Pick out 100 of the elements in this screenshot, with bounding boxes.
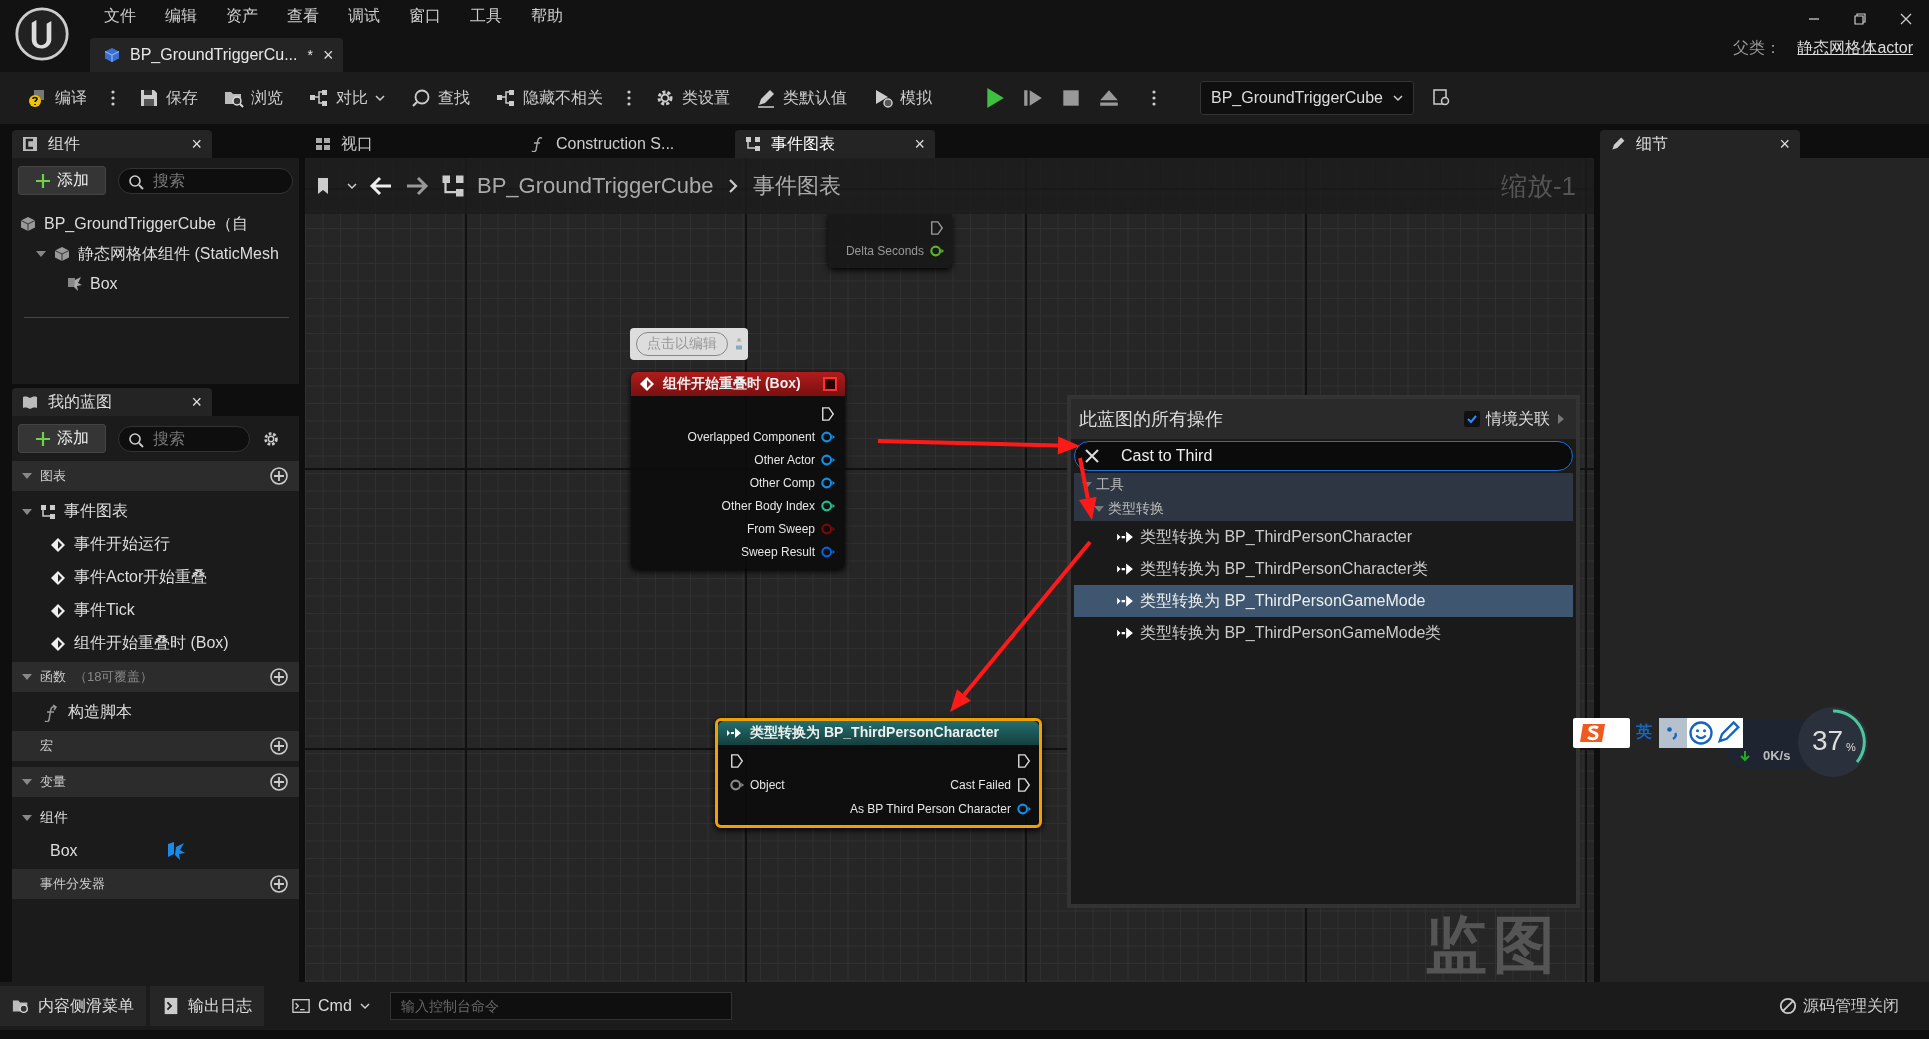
parent-class-link[interactable]: 静态网格体actor [1797,38,1913,59]
section-header[interactable]: 宏 [12,731,299,761]
menu-category[interactable]: 工具 [1074,473,1573,497]
clear-icon[interactable] [1084,448,1100,464]
toolbar-button[interactable]: 隐藏不相关 [490,83,609,113]
toolbar-button[interactable]: 查找 [405,83,476,113]
exec-pin[interactable] [930,220,944,235]
menu-item[interactable]: 类型转换为 BP_ThirdPersonGameMode类 [1074,617,1573,649]
console-dropdown[interactable]: Cmd [280,986,382,1026]
checkbox-label[interactable]: 情境关联 [1486,408,1550,430]
data-pin[interactable] [821,498,835,513]
menu-item[interactable]: 类型转换为 BP_ThirdPersonCharacter类 [1074,553,1573,585]
close-button[interactable]: × [191,391,202,413]
bottom-bar-button[interactable]: 内容侧滑菜单 [0,986,146,1026]
ime-logo[interactable] [1573,718,1630,748]
menu-item[interactable]: 类型转换为 BP_ThirdPersonCharacter [1074,521,1573,553]
document-tab[interactable]: BP_GroundTriggerCu... * × [90,38,344,72]
data-pin[interactable] [930,243,944,258]
add-button[interactable]: 添加 [18,424,106,453]
console-input[interactable]: 输入控制台命令 [389,992,732,1020]
panel-tab[interactable]: 细节 × [1600,130,1800,158]
toolbar-button[interactable]: 浏览 [218,83,289,113]
tree-item[interactable]: Box [12,269,299,299]
menu-item[interactable]: 工具 [470,5,502,27]
menu-item[interactable]: 查看 [287,5,319,27]
tree-item[interactable]: 静态网格体组件 (StaticMesh [12,239,299,269]
toolbar-button[interactable]: 对比 [303,83,391,113]
toolbar-button[interactable]: 模拟 [867,83,938,113]
tree-item[interactable]: BP_GroundTriggerCube（自 [12,209,299,239]
search-field[interactable]: 搜索 [118,167,293,194]
section-header[interactable]: 变量 [12,767,299,797]
expand-arrow-icon[interactable] [22,812,32,823]
search-field[interactable]: Cast to Third [1074,441,1573,471]
panel-tab[interactable]: 组件 × [12,130,212,158]
section-header[interactable]: 函数 （18可覆盖） [12,662,299,692]
step-icon[interactable] [1022,87,1044,109]
expand-arrow-icon[interactable] [22,672,32,682]
add-circle-icon[interactable] [269,874,289,894]
data-pin[interactable] [821,475,835,490]
expand-arrow-icon[interactable] [36,249,46,259]
more-icon[interactable] [1152,89,1156,107]
tree-item[interactable]: 组件开始重叠时 (Box) [12,627,299,660]
cast-node[interactable]: 类型转换为 BP_ThirdPersonCharacter Object Cast Failed As BP Third Person Character [715,718,1042,828]
play-icon[interactable] [984,87,1006,109]
menu-item[interactable]: 资产 [226,5,258,27]
data-pin[interactable] [821,544,835,559]
menu-item[interactable]: 文件 [104,5,136,27]
panel-tab[interactable]: 我的蓝图 × [12,388,212,416]
search-field[interactable]: 搜索 [118,425,250,452]
section-header[interactable]: 事件分发器 [12,869,299,899]
data-pin[interactable] [821,452,835,467]
toolbar-button[interactable]: 保存 [133,83,204,113]
menu-item[interactable]: 调试 [348,5,380,27]
event-node[interactable]: Delta Seconds [828,214,952,268]
menu-item[interactable]: 帮助 [531,5,563,27]
menu-item[interactable]: 编辑 [165,5,197,27]
tree-item[interactable]: Box [12,834,299,867]
graph-tab[interactable]: 事件图表 × [735,130,935,158]
more-icon[interactable] [111,89,115,107]
bottom-bar-button[interactable]: 输出日志 [150,986,264,1026]
add-circle-icon[interactable] [269,667,289,687]
add-circle-icon[interactable] [269,772,289,792]
close-icon[interactable] [1899,12,1913,26]
debug-object-dropdown[interactable]: BP_GroundTriggerCube [1200,81,1414,115]
more-icon[interactable] [627,89,631,107]
punctuation-icon[interactable] [1659,718,1687,748]
toolbar-button[interactable]: 类默认值 [750,83,853,113]
tree-item[interactable]: 事件Tick [12,594,299,627]
restore-icon[interactable] [1853,12,1867,26]
checkbox[interactable] [1464,411,1480,427]
back-arrow-icon[interactable] [369,174,393,198]
close-button[interactable]: × [1779,133,1790,155]
toolbar-button[interactable]: 类设置 [649,83,736,113]
data-pin[interactable] [730,778,744,792]
smiley-icon[interactable] [1687,718,1715,748]
breadcrumb-link[interactable]: BP_GroundTriggerCube [477,173,714,199]
section-header[interactable]: 图表 [12,461,299,491]
tree-item[interactable]: 事件Actor开始重叠 [12,561,299,594]
menu-category[interactable]: 类型转换 [1074,497,1573,521]
caret-icon[interactable] [347,181,357,191]
menu-item[interactable]: 窗口 [409,5,441,27]
graph-tab[interactable]: 视口 [305,130,505,158]
add-button[interactable]: 添加 [18,166,106,195]
source-control-button[interactable]: 源码管理关闭 [1779,995,1899,1017]
add-circle-icon[interactable] [269,736,289,756]
data-pin[interactable] [1017,802,1031,816]
gear-icon[interactable] [262,429,280,448]
close-button[interactable]: × [914,133,925,155]
graph-canvas[interactable] [305,158,1594,982]
expand-arrow-icon[interactable] [22,471,32,481]
expand-arrow-icon[interactable] [1094,504,1104,514]
folder-search-icon[interactable] [1431,88,1452,108]
expand-arrow-icon[interactable] [22,777,32,787]
expand-arrow-icon[interactable] [1556,414,1566,424]
add-circle-icon[interactable] [269,466,289,486]
tree-item[interactable]: 事件开始运行 [12,528,299,561]
event-node[interactable]: 组件开始重叠时 (Box) Overlapped Component Other Actor Other Comp Other Body Index From Sweep Sweep Result [631,372,845,569]
expand-arrow-icon[interactable] [22,506,32,517]
tree-item[interactable]: 构造脚本 [12,696,299,729]
data-pin[interactable] [821,429,835,444]
